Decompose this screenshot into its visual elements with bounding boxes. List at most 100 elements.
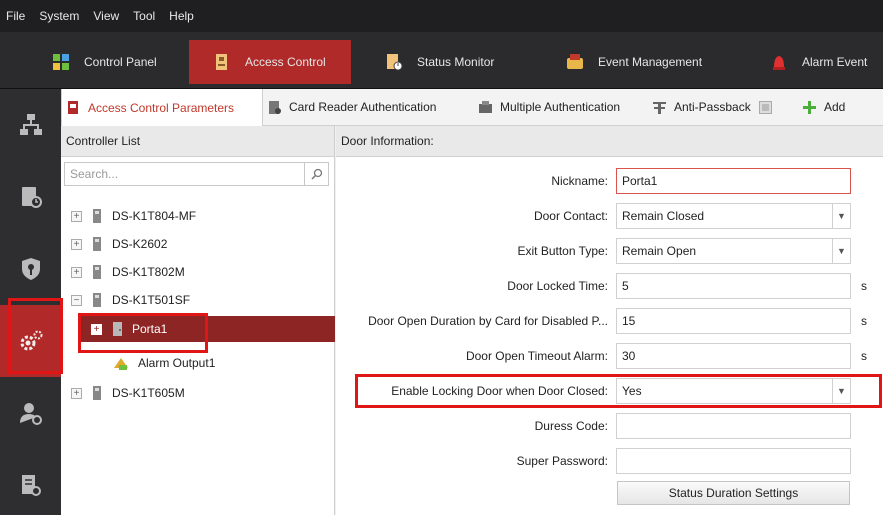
tab-access-control-parameters-label: Access Control Parameters — [88, 100, 235, 115]
tree-node-label: Alarm Output1 — [138, 356, 216, 370]
enable-locking-door-value: Yes — [622, 384, 642, 398]
tree-node-label: Porta1 — [132, 322, 168, 336]
rail-access-group[interactable] — [0, 233, 61, 305]
tab-access-control[interactable]: Access Control — [189, 40, 351, 84]
duress-code-label: Duress Code: — [534, 419, 608, 433]
tab-card-reader-authentication-label: Card Reader Authentication — [289, 100, 437, 114]
status-duration-settings-button[interactable]: Status Duration Settings — [617, 481, 850, 505]
enable-locking-door-select[interactable]: Yes ▼ — [616, 378, 851, 404]
collapse-icon[interactable]: − — [71, 294, 82, 306]
tab-status-monitor-label: Status Monitor — [417, 55, 495, 69]
tab-control-panel-label: Control Panel — [84, 55, 157, 69]
chevron-down-icon[interactable]: ▼ — [832, 204, 850, 228]
tab-access-control-parameters[interactable]: Access Control Parameters — [61, 89, 263, 126]
card-reader-icon — [268, 100, 281, 114]
tab-status-monitor[interactable]: Status Monitor — [385, 42, 525, 82]
tree-node-porta1[interactable]: + Porta1 — [81, 316, 335, 342]
door-information-pane: Door Information: Nickname: Porta1 Door … — [336, 126, 883, 515]
expand-icon[interactable]: + — [71, 266, 82, 278]
controller-list-pane: Controller List Search... + DS-K1T804-MF… — [61, 126, 335, 515]
document-search-icon — [21, 475, 41, 496]
exit-button-type-select[interactable]: Remain Open ▼ — [616, 238, 851, 264]
tree-node-ds-k1t802m[interactable]: + DS-K1T802M — [71, 261, 185, 283]
menu-file[interactable]: File — [6, 9, 25, 23]
clipboard-clock-icon — [21, 187, 42, 208]
search-input[interactable]: Search... — [64, 162, 329, 186]
rail-attendance[interactable] — [0, 377, 61, 449]
rail-reports[interactable] — [0, 449, 61, 515]
door-open-duration-unit: s — [861, 314, 867, 328]
door-open-duration-field[interactable]: 15 — [616, 308, 851, 334]
nickname-value: Porta1 — [622, 174, 658, 188]
nickname-label: Nickname: — [551, 174, 608, 188]
door-locked-time-unit: s — [861, 279, 867, 293]
door-locked-time-label: Door Locked Time: — [507, 279, 608, 293]
door-contact-value: Remain Closed — [622, 209, 705, 223]
rail-device-management[interactable] — [0, 89, 61, 161]
tab-access-control-label: Access Control — [245, 55, 326, 69]
device-icon — [92, 293, 103, 307]
tab-event-management[interactable]: Event Management — [566, 42, 736, 82]
tab-multiple-authentication[interactable]: Multiple Authentication — [479, 89, 620, 125]
menu-bar: File System View Tool Help — [0, 0, 883, 32]
menu-help[interactable]: Help — [169, 9, 194, 23]
tab-alarm-event-label: Alarm Event — [802, 55, 868, 69]
menu-tool[interactable]: Tool — [133, 9, 155, 23]
nickname-field[interactable]: Porta1 — [616, 168, 851, 194]
multiple-authentication-icon — [479, 100, 492, 114]
tab-card-reader-authentication[interactable]: Card Reader Authentication — [268, 89, 436, 125]
enable-locking-door-label: Enable Locking Door when Door Closed: — [391, 384, 608, 398]
person-settings-icon — [19, 403, 42, 425]
rail-person-management[interactable] — [0, 161, 61, 233]
status-monitor-icon — [385, 53, 403, 71]
parameters-icon — [67, 101, 80, 114]
anti-passback-icon — [653, 101, 666, 114]
sub-tab-bar: Access Control Parameters Card Reader Au… — [61, 89, 883, 126]
device-icon — [92, 209, 103, 223]
tab-anti-passback[interactable]: Anti-Passback — [653, 89, 772, 125]
tab-alarm-event[interactable]: Alarm Event — [770, 42, 883, 82]
tree-node-ds-k2602[interactable]: + DS-K2602 — [71, 233, 167, 255]
tree-node-ds-k1t804-mf[interactable]: + DS-K1T804-MF — [71, 205, 196, 227]
chevron-down-icon[interactable]: ▼ — [832, 379, 850, 403]
tree-node-alarm-output1[interactable]: Alarm Output1 — [113, 352, 215, 374]
tab-anti-passback-label: Anti-Passback — [674, 100, 751, 114]
expand-icon[interactable]: + — [71, 387, 82, 399]
rail-advanced-settings[interactable] — [0, 305, 61, 377]
shield-key-icon — [21, 258, 40, 280]
tree-node-ds-k1t605m[interactable]: + DS-K1T605M — [71, 382, 185, 404]
access-control-icon — [213, 53, 231, 71]
door-open-timeout-alarm-value: 30 — [622, 349, 636, 363]
door-contact-select[interactable]: Remain Closed ▼ — [616, 203, 851, 229]
tree-node-label: DS-K1T802M — [112, 265, 185, 279]
chevron-down-icon[interactable]: ▼ — [832, 239, 850, 263]
search-icon[interactable] — [304, 163, 328, 185]
tree-node-ds-k1t501sf[interactable]: − DS-K1T501SF — [71, 289, 190, 311]
door-locked-time-value: 5 — [622, 279, 629, 293]
tab-event-management-label: Event Management — [598, 55, 703, 69]
super-password-field[interactable] — [616, 448, 851, 474]
expand-icon[interactable]: + — [71, 238, 82, 250]
door-open-duration-value: 15 — [622, 314, 636, 328]
device-icon — [92, 265, 103, 279]
exit-button-type-value: Remain Open — [622, 244, 697, 258]
door-open-timeout-alarm-unit: s — [861, 349, 867, 363]
super-password-label: Super Password: — [516, 454, 608, 468]
duress-code-field[interactable] — [616, 413, 851, 439]
exit-button-type-label: Exit Button Type: — [517, 244, 609, 258]
menu-view[interactable]: View — [93, 9, 119, 23]
side-rail — [0, 89, 61, 515]
tree-node-label: DS-K1T804-MF — [112, 209, 197, 223]
plus-icon — [803, 100, 816, 114]
gear-icon — [20, 330, 42, 351]
tab-control-panel[interactable]: Control Panel — [52, 42, 187, 82]
search-placeholder: Search... — [70, 167, 119, 181]
menu-system[interactable]: System — [39, 9, 79, 23]
alarm-output-icon — [113, 356, 129, 370]
door-locked-time-field[interactable]: 5 — [616, 273, 851, 299]
expand-icon[interactable]: + — [91, 323, 102, 335]
door-open-timeout-alarm-field[interactable]: 30 — [616, 343, 851, 369]
add-button[interactable]: Add — [803, 89, 845, 125]
door-open-timeout-alarm-label: Door Open Timeout Alarm: — [465, 349, 608, 363]
expand-icon[interactable]: + — [71, 210, 82, 222]
